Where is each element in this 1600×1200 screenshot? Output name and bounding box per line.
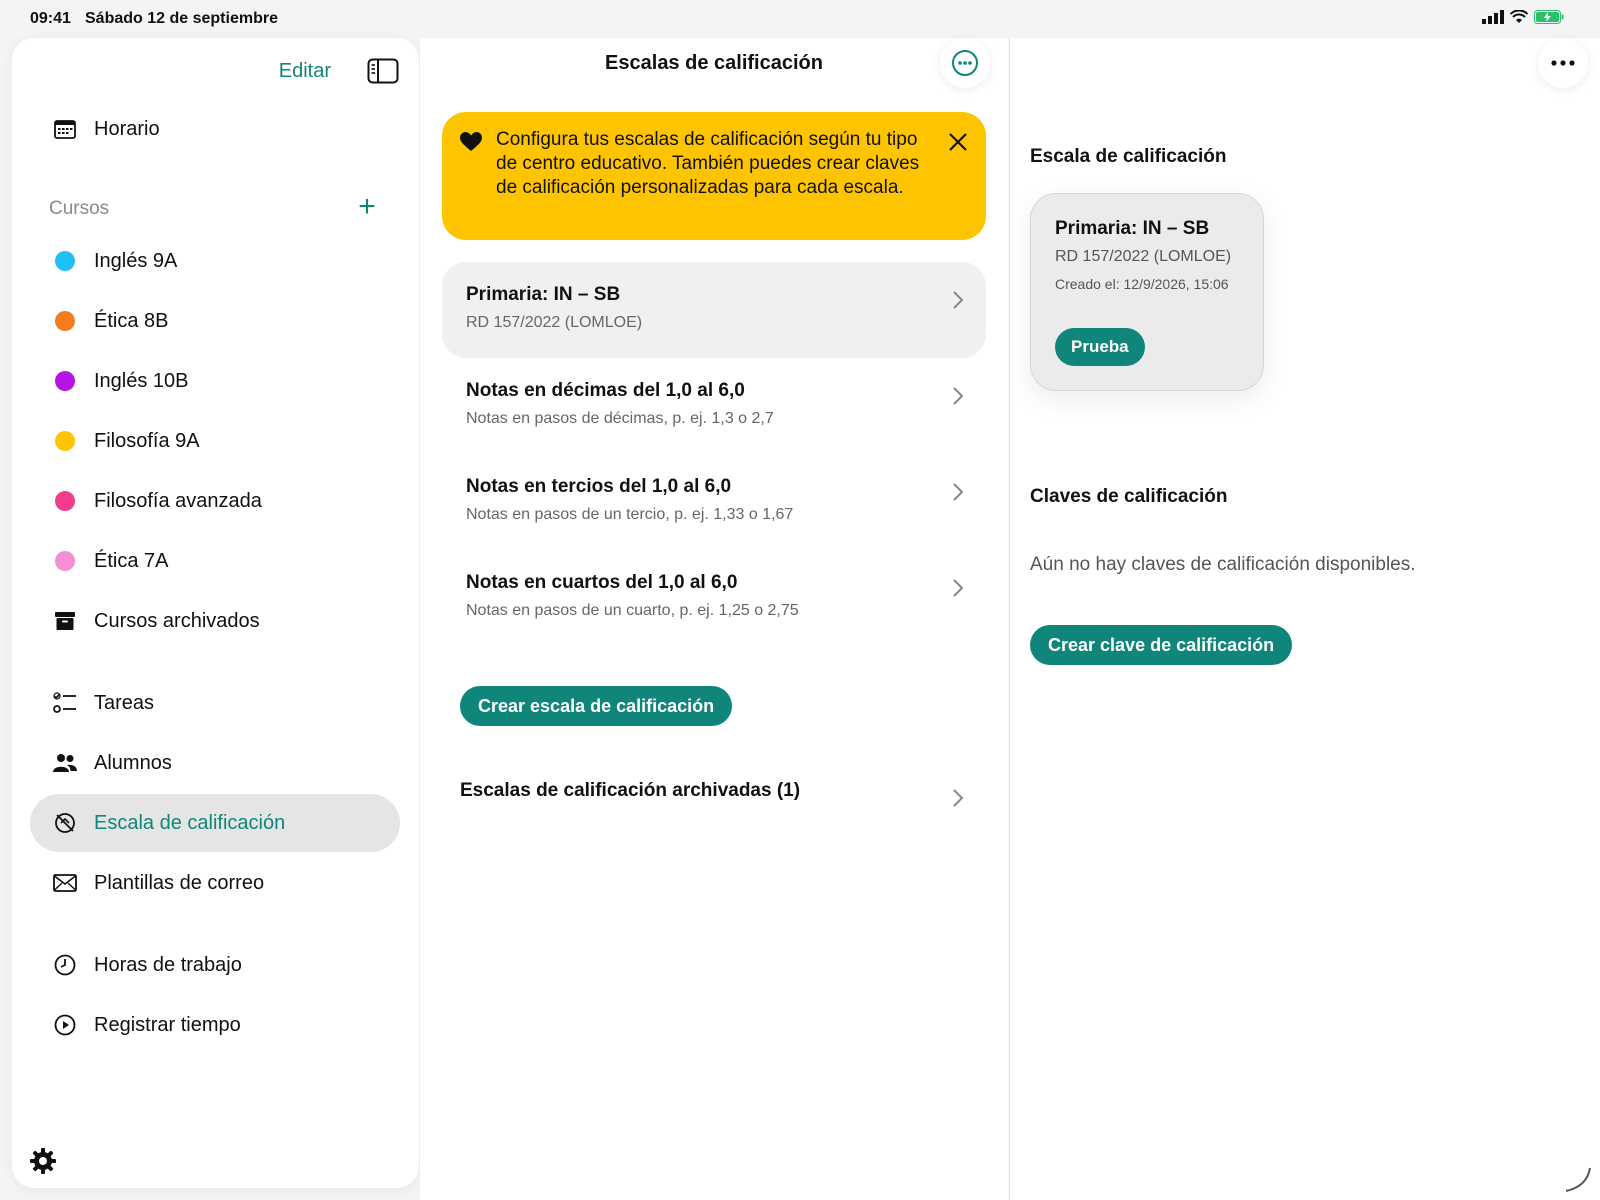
archive-box-icon	[52, 608, 78, 634]
chevron-right-icon	[953, 483, 964, 501]
sidebar: Editar Horario Cursos + Inglés 9A Ética …	[12, 38, 419, 1188]
scale-title: Primaria: IN – SB	[466, 284, 621, 305]
scale-card[interactable]: Primaria: IN – SB RD 157/2022 (LOMLOE) C…	[1030, 193, 1264, 391]
sidebar-item-label: Ética 8B	[94, 309, 169, 332]
more-options-button[interactable]	[1538, 38, 1588, 88]
checklist-icon	[52, 690, 78, 716]
create-key-button[interactable]: Crear clave de calificación	[1030, 625, 1293, 665]
settings-gear-icon[interactable]	[28, 1146, 58, 1176]
sidebar-item-tasks[interactable]: Tareas	[30, 674, 400, 732]
course-color-dot	[55, 431, 75, 451]
status-icons	[1482, 10, 1564, 24]
chevron-right-icon	[953, 579, 964, 597]
sidebar-item-work-hours[interactable]: Horas de trabajo	[30, 936, 400, 994]
ellipsis-circle-icon	[952, 50, 978, 76]
sidebar-item-students[interactable]: Alumnos	[30, 734, 400, 792]
page-title: Escalas de calificación	[605, 52, 823, 74]
sidebar-item-archived-courses[interactable]: Cursos archivados	[30, 592, 400, 650]
sidebar-item-label: Alumnos	[94, 751, 172, 774]
sidebar-item-course[interactable]: Ética 8B	[30, 292, 400, 350]
grading-scales-list: Escalas de calificación Configura tus es…	[420, 38, 1008, 1200]
sidebar-item-course[interactable]: Ética 7A	[30, 532, 400, 590]
sidebar-item-label: Inglés 10B	[94, 369, 189, 392]
create-scale-button[interactable]: Crear escala de calificación	[460, 686, 733, 726]
status-bar: 09:41 Sábado 12 de septiembre	[0, 0, 1600, 38]
scale-subtitle: Notas en pasos de décimas, p. ej. 1,3 o …	[466, 410, 774, 427]
scale-subtitle: RD 157/2022 (LOMLOE)	[466, 314, 643, 331]
sidebar-item-email-templates[interactable]: Plantillas de correo	[30, 854, 400, 912]
sidebar-item-label: Cursos archivados	[94, 609, 260, 632]
scale-title: Notas en décimas del 1,0 al 6,0	[466, 380, 745, 401]
cellular-signal-icon	[1482, 10, 1504, 24]
sidebar-item-track-time[interactable]: Registrar tiempo	[30, 996, 400, 1054]
archived-scales-label: Escalas de calificación archivadas (1)	[460, 780, 801, 801]
course-color-dot	[55, 491, 75, 511]
scale-subtitle: Notas en pasos de un tercio, p. ej. 1,33…	[466, 506, 794, 523]
scale-subtitle: Notas en pasos de un cuarto, p. ej. 1,25…	[466, 602, 799, 619]
grading-scale-icon	[52, 810, 78, 836]
people-icon	[52, 750, 78, 776]
card-created-date: Creado el: 12/9/2026, 15:06	[1055, 276, 1229, 292]
edit-button[interactable]: Editar	[279, 60, 331, 83]
scale-title: Notas en cuartos del 1,0 al 6,0	[466, 572, 738, 593]
sidebar-item-course[interactable]: Inglés 9A	[30, 232, 400, 290]
envelope-icon	[52, 870, 78, 896]
sidebar-item-label: Registrar tiempo	[94, 1013, 241, 1036]
archived-scales-row[interactable]: Escalas de calificación archivadas (1)	[460, 780, 980, 820]
course-color-dot	[55, 311, 75, 331]
sidebar-item-label: Horario	[94, 117, 160, 140]
ellipsis-icon	[1551, 60, 1575, 66]
sidebar-item-label: Escala de calificación	[94, 811, 286, 834]
sidebar-item-course[interactable]: Inglés 10B	[30, 352, 400, 410]
wifi-icon	[1510, 10, 1528, 23]
empty-keys-message: Aún no hay claves de calificación dispon…	[1030, 554, 1416, 575]
sidebar-item-label: Filosofía avanzada	[94, 489, 262, 512]
sidebar-item-grading-scale[interactable]: Escala de calificación	[30, 794, 400, 852]
close-icon[interactable]	[946, 130, 970, 154]
sidebar-item-course[interactable]: Filosofía avanzada	[30, 472, 400, 530]
scale-section-title: Escala de calificación	[1030, 146, 1227, 167]
course-color-dot	[55, 251, 75, 271]
card-subtitle: RD 157/2022 (LOMLOE)	[1055, 248, 1232, 265]
chevron-right-icon	[953, 789, 964, 807]
status-date: Sábado 12 de septiembre	[85, 10, 278, 27]
scale-item[interactable]: Notas en cuartos del 1,0 al 6,0 Notas en…	[442, 550, 986, 646]
sidebar-item-label: Plantillas de correo	[94, 871, 265, 894]
sidebar-toolbar: Editar	[12, 50, 419, 90]
course-color-dot	[55, 551, 75, 571]
status-time: 09:41	[30, 10, 71, 27]
banner-text: Configura tus escalas de calificación se…	[496, 129, 920, 198]
add-course-button[interactable]: +	[352, 192, 382, 222]
courses-heading: Cursos	[49, 198, 110, 219]
scale-item[interactable]: Notas en tercios del 1,0 al 6,0 Notas en…	[442, 454, 986, 550]
scroll-indicator-icon	[1565, 1167, 1591, 1192]
calendar-icon	[52, 116, 78, 142]
sidebar-item-course[interactable]: Filosofía 9A	[30, 412, 400, 470]
sidebar-item-label: Filosofía 9A	[94, 429, 200, 452]
test-button[interactable]: Prueba	[1055, 328, 1145, 366]
scale-title: Notas en tercios del 1,0 al 6,0	[466, 476, 732, 497]
play-circle-icon	[52, 1012, 78, 1038]
sidebar-item-label: Ética 7A	[94, 549, 169, 572]
chevron-right-icon	[953, 387, 964, 405]
scale-item[interactable]: Primaria: IN – SB RD 157/2022 (LOMLOE)	[442, 262, 986, 358]
battery-charging-icon	[1534, 10, 1564, 24]
sidebar-item-label: Inglés 9A	[94, 249, 178, 272]
keys-section-title: Claves de calificación	[1030, 486, 1228, 507]
sidebar-item-label: Tareas	[94, 691, 155, 714]
heart-icon	[460, 132, 482, 151]
clock-icon	[52, 952, 78, 978]
scale-item[interactable]: Notas en décimas del 1,0 al 6,0 Notas en…	[442, 358, 986, 454]
chevron-right-icon	[953, 291, 964, 309]
more-options-button[interactable]	[940, 38, 990, 88]
sidebar-toggle-icon[interactable]	[367, 58, 399, 84]
sidebar-item-schedule[interactable]: Horario	[30, 100, 400, 158]
info-banner: Configura tus escalas de calificación se…	[442, 112, 986, 240]
sidebar-item-label: Horas de trabajo	[94, 953, 242, 976]
course-color-dot	[55, 371, 75, 391]
card-title: Primaria: IN – SB	[1055, 218, 1210, 239]
scale-detail-panel: Escala de calificación Primaria: IN – SB…	[1009, 38, 1600, 1200]
